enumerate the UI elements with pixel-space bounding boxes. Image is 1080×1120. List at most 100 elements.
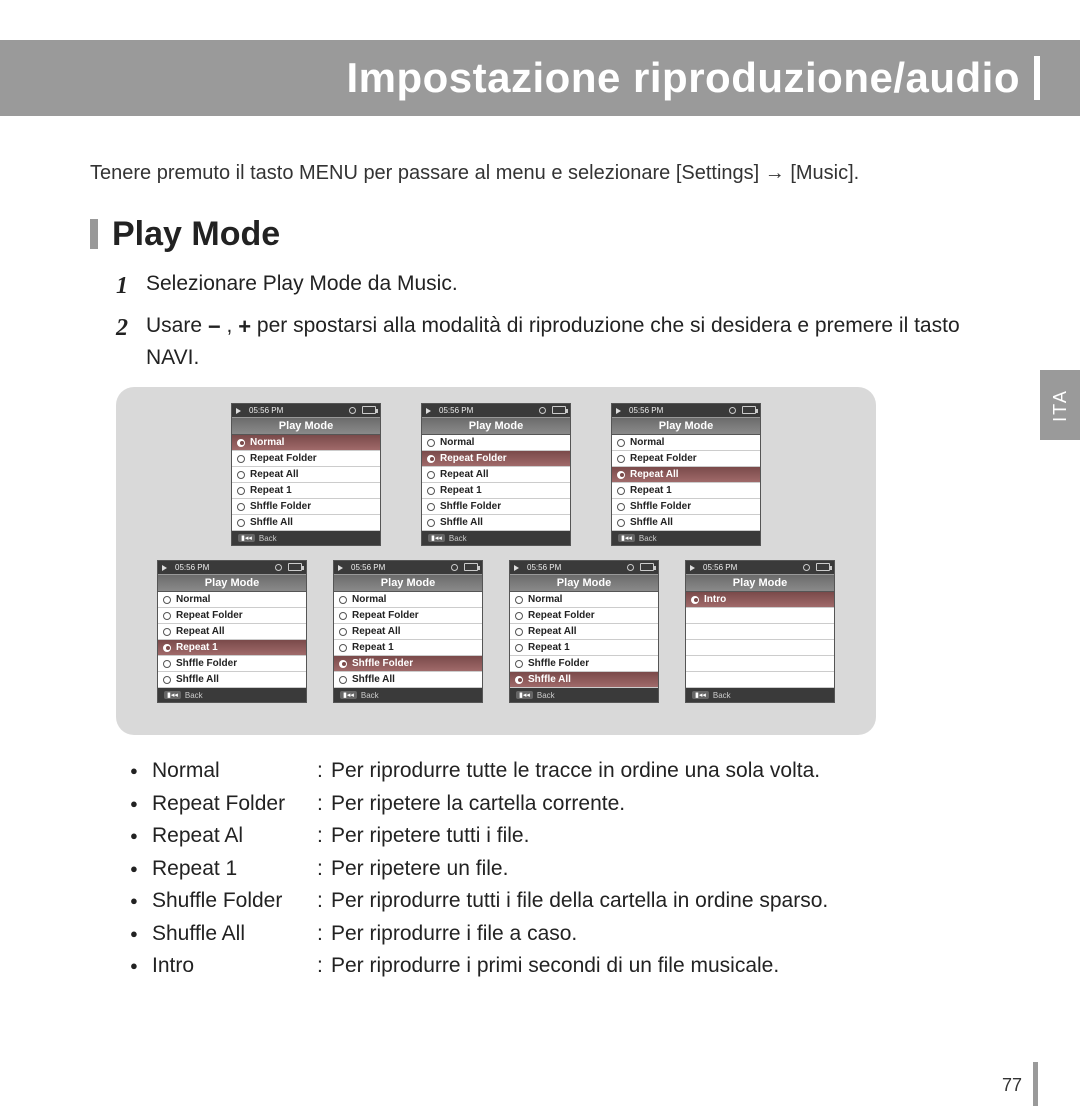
- screen-item[interactable]: Normal: [334, 592, 482, 608]
- status-ring-icon: [451, 564, 458, 571]
- radio-icon: [427, 471, 435, 479]
- radio-icon: [427, 439, 435, 447]
- section-title: Play Mode: [112, 215, 280, 254]
- screen-item[interactable]: Repeat 1: [510, 640, 658, 656]
- page-number: 77: [1002, 1075, 1022, 1096]
- screen-item-label: Repeat Folder: [352, 610, 419, 621]
- screen-item-label: Shffle Folder: [352, 658, 413, 669]
- screen-item[interactable]: Shffle Folder: [158, 656, 306, 672]
- radio-icon: [339, 676, 347, 684]
- back-icon: ▮◂◂: [692, 691, 709, 699]
- screen-item[interactable]: Normal: [612, 435, 760, 451]
- radio-icon: [515, 628, 523, 636]
- screen-list: NormalRepeat FolderRepeat AllRepeat 1Shf…: [158, 592, 306, 688]
- description-term: Shuffle Folder: [152, 885, 317, 918]
- screen-item-label: Normal: [630, 437, 664, 448]
- status-time: 05:56 PM: [703, 563, 737, 572]
- radio-icon: [427, 487, 435, 495]
- screen-item[interactable]: Repeat Folder: [510, 608, 658, 624]
- screen-item[interactable]: Repeat All: [612, 467, 760, 483]
- screen-item[interactable]: Normal: [510, 592, 658, 608]
- screen-item[interactable]: Shffle All: [158, 672, 306, 688]
- screen-item[interactable]: Shffle All: [510, 672, 658, 688]
- play-icon: [236, 408, 241, 414]
- back-label: Back: [259, 534, 277, 543]
- screen-item[interactable]: Shffle Folder: [510, 656, 658, 672]
- radio-icon: [339, 628, 347, 636]
- screen-item[interactable]: Repeat All: [334, 624, 482, 640]
- screen-item[interactable]: Repeat All: [232, 467, 380, 483]
- radio-icon: [427, 455, 435, 463]
- status-bar: 05:56 PM: [158, 561, 306, 574]
- screen-list: Normal Repeat Folder Repeat AllRepeat 1 Shf…: [334, 592, 482, 688]
- screen-item[interactable]: Repeat Folder: [612, 451, 760, 467]
- screen-item-label: Shffle All: [250, 517, 293, 528]
- screen-item[interactable]: Repeat 1: [612, 483, 760, 499]
- description-term: Repeat Al: [152, 820, 317, 853]
- status-time: 05:56 PM: [439, 406, 473, 415]
- step-2: 2 Usare − , + per spostarsi alla modalit…: [116, 310, 1008, 373]
- device-screen: 05:56 PMPlay ModeNormalRepeat FolderRepe…: [333, 560, 483, 703]
- screen-item[interactable]: Normal: [422, 435, 570, 451]
- screen-item[interactable]: Shffle Folder: [422, 499, 570, 515]
- screen-item-label: Repeat All: [250, 469, 299, 480]
- step-1: 1 Selezionare Play Mode da Music.: [116, 268, 1008, 304]
- screen-item[interactable]: Repeat Folder: [158, 608, 306, 624]
- screen-title: Play Mode: [612, 417, 760, 435]
- screen-item[interactable]: Repeat 1: [422, 483, 570, 499]
- screen-item[interactable]: Repeat Folder: [334, 608, 482, 624]
- screen-item[interactable]: Repeat Folder: [422, 451, 570, 467]
- screen-item[interactable]: Repeat All: [510, 624, 658, 640]
- screen-item-label: Repeat Folder: [630, 453, 697, 464]
- radio-icon: [163, 644, 171, 652]
- screen-item[interactable]: Normal: [232, 435, 380, 451]
- screen-title: Play Mode: [158, 574, 306, 592]
- screen-title: Play Mode: [510, 574, 658, 592]
- status-ring-icon: [275, 564, 282, 571]
- screen-item[interactable]: Shffle All: [612, 515, 760, 531]
- play-icon: [338, 565, 343, 571]
- screen-item[interactable]: Repeat All: [422, 467, 570, 483]
- radio-icon: [515, 612, 523, 620]
- description-row: Shuffle All:Per riprodurre i file a caso…: [130, 918, 1008, 951]
- step-2-number: 2: [116, 310, 136, 373]
- screen-item[interactable]: Shffle Folder: [612, 499, 760, 515]
- play-icon: [426, 408, 431, 414]
- screen-item-label: Repeat 1: [440, 485, 482, 496]
- language-tab: ITA: [1040, 370, 1080, 440]
- step-1-number: 1: [116, 268, 136, 304]
- screen-item-label: Normal: [528, 594, 562, 605]
- screen-item[interactable]: Repeat 1: [334, 640, 482, 656]
- screen-item[interactable]: Repeat 1: [158, 640, 306, 656]
- screen-item[interactable]: Shffle Folder: [232, 499, 380, 515]
- radio-icon: [617, 471, 625, 479]
- description-def: Per ripetere tutti i file.: [331, 820, 1008, 853]
- screen-item[interactable]: Repeat All: [158, 624, 306, 640]
- screen-item-empty: [686, 640, 834, 656]
- screen-item[interactable]: Normal: [158, 592, 306, 608]
- battery-icon: [362, 406, 376, 414]
- radio-icon: [691, 596, 699, 604]
- screen-item-empty: [686, 656, 834, 672]
- screen-item-label: Repeat Folder: [528, 610, 595, 621]
- device-screen: 05:56 PMPlay ModeIntro ▮◂◂Back: [685, 560, 835, 703]
- screen-item[interactable]: Shffle Folder: [334, 656, 482, 672]
- description-colon: :: [317, 885, 331, 918]
- step-2-text: Usare − , + per spostarsi alla modalità …: [146, 310, 1008, 373]
- screen-item[interactable]: Intro: [686, 592, 834, 608]
- screen-item[interactable]: Shffle All: [232, 515, 380, 531]
- screen-item[interactable]: Repeat 1: [232, 483, 380, 499]
- screen-item[interactable]: Shffle All: [422, 515, 570, 531]
- description-def: Per ripetere un file.: [331, 853, 1008, 886]
- bullet-icon: [130, 885, 152, 918]
- screen-item[interactable]: Shffle All: [334, 672, 482, 688]
- status-bar: 05:56 PM: [612, 404, 760, 417]
- description-term: Intro: [152, 950, 317, 983]
- screen-item[interactable]: Repeat Folder: [232, 451, 380, 467]
- device-screen: 05:56 PMPlay ModeNormalRepeat FolderRepe…: [231, 403, 381, 546]
- battery-icon: [552, 406, 566, 414]
- screen-title: Play Mode: [422, 417, 570, 435]
- screen-list: Intro: [686, 592, 834, 688]
- bullet-icon: [130, 918, 152, 951]
- radio-icon: [237, 439, 245, 447]
